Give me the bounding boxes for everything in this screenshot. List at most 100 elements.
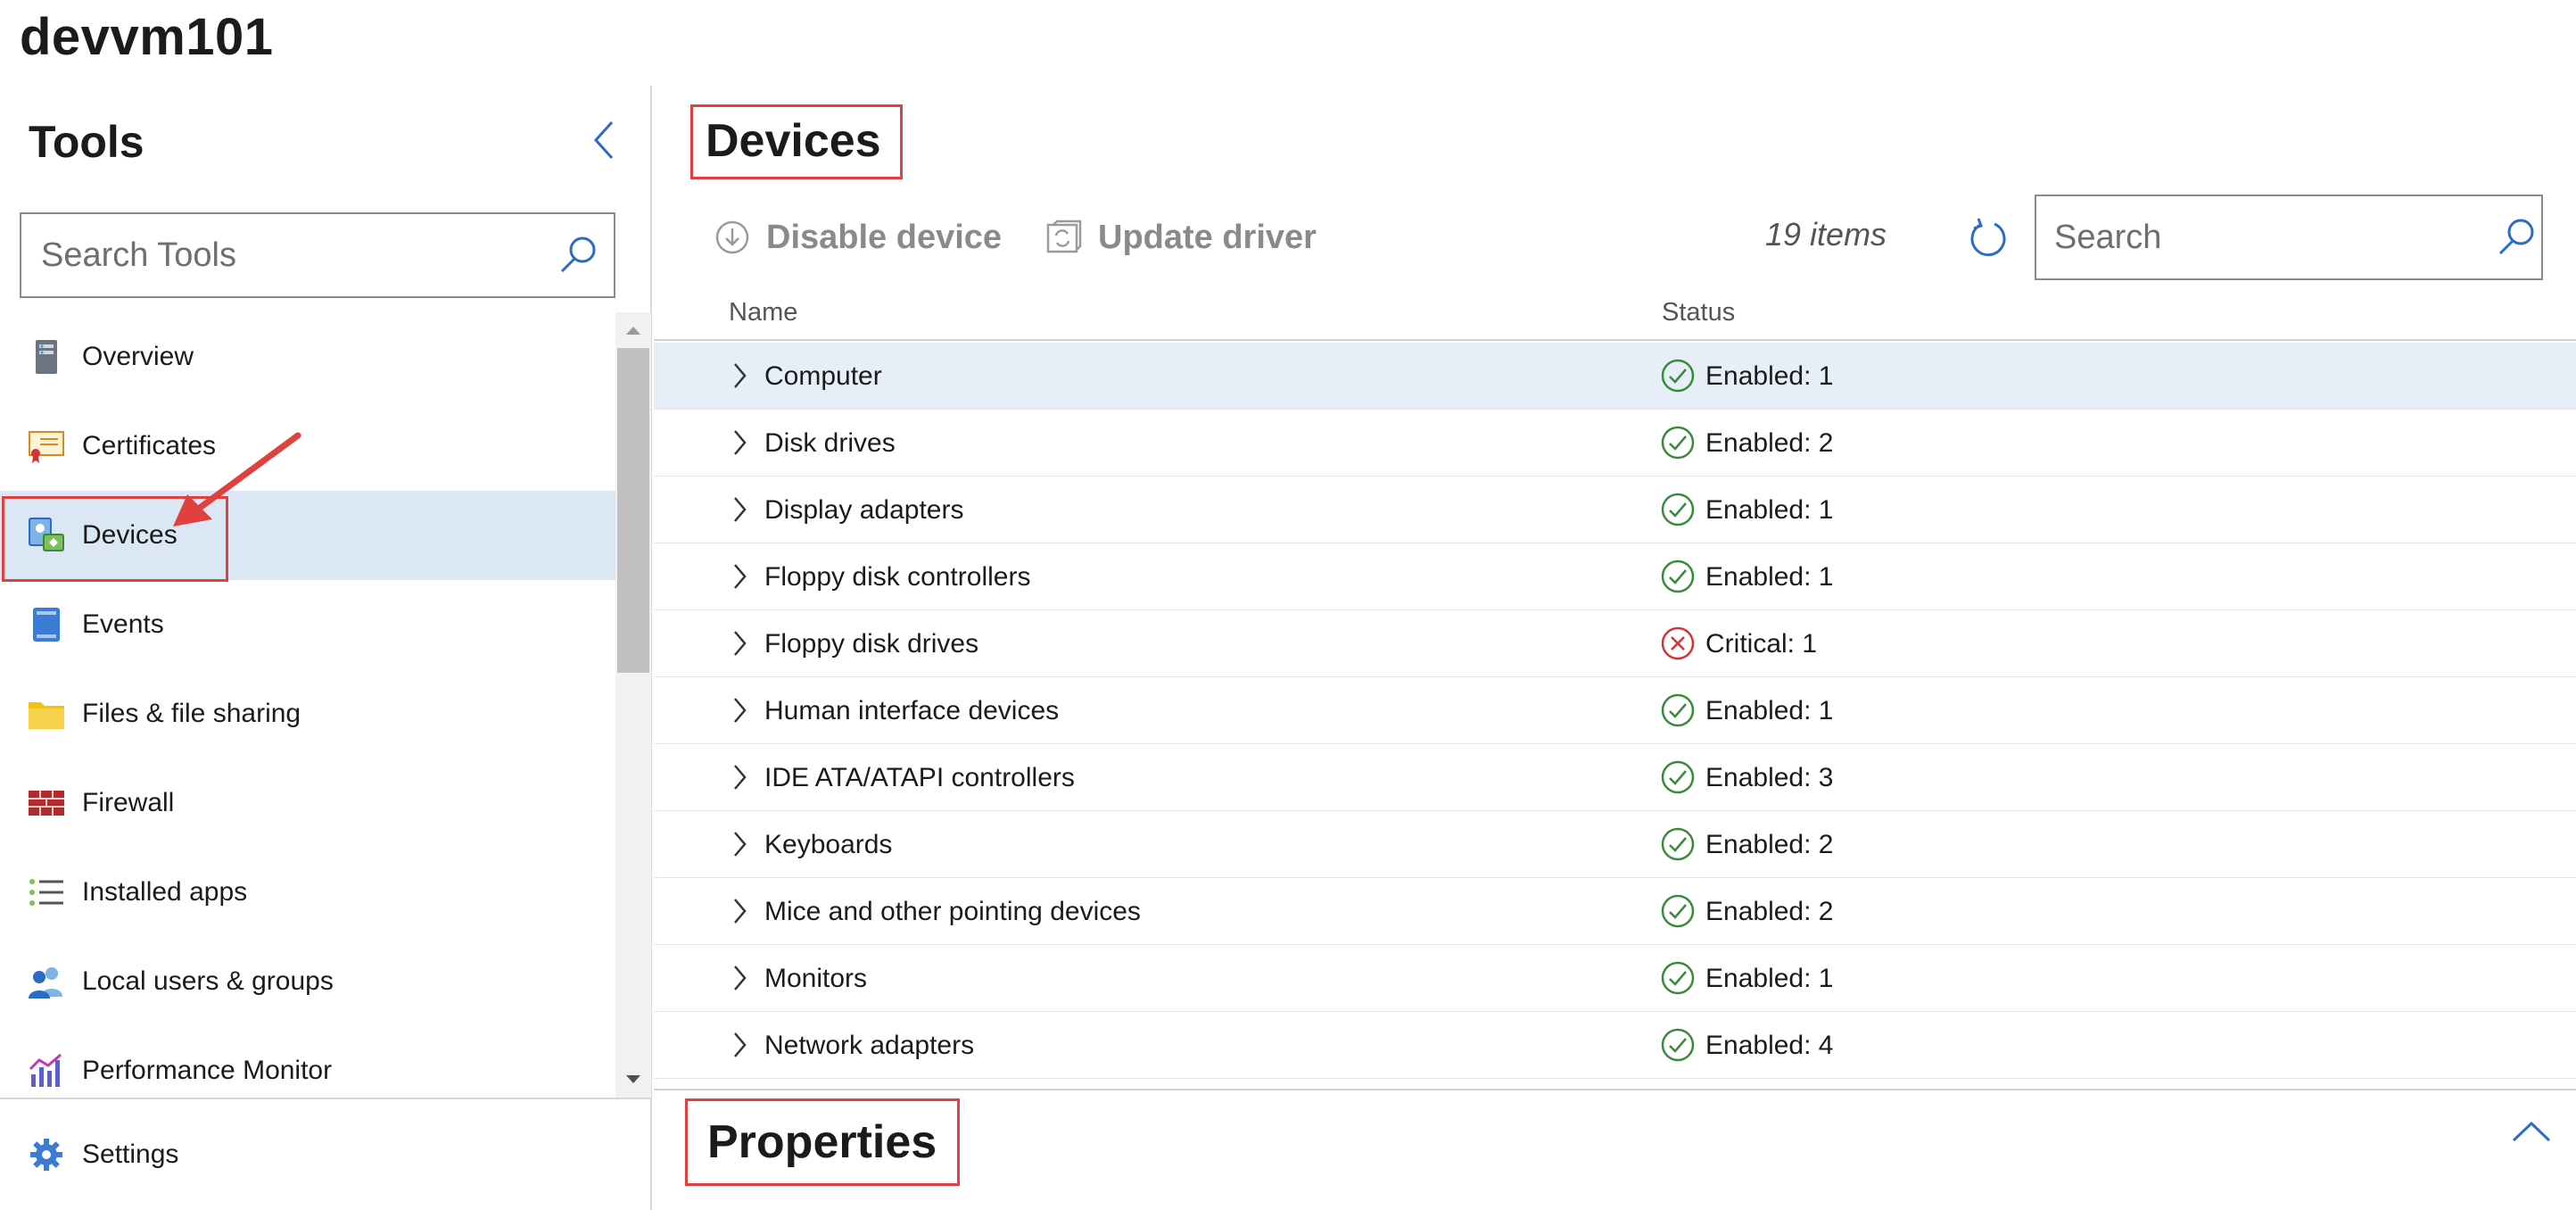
device-status-text: Enabled: 1 xyxy=(1705,495,1834,525)
tool-item-local-users[interactable]: Local users & groups xyxy=(0,937,615,1026)
expand-properties-button[interactable] xyxy=(2509,1114,2554,1149)
tool-item-events[interactable]: Events xyxy=(0,580,615,669)
device-row[interactable]: Disk drives Enabled: 2 xyxy=(654,410,2576,477)
tool-list-scrollbar[interactable] xyxy=(615,312,651,1098)
device-status-text: Enabled: 3 xyxy=(1705,763,1834,792)
device-row[interactable]: Computer Enabled: 1 xyxy=(654,343,2576,410)
device-category-name: Floppy disk drives xyxy=(764,629,979,659)
download-circle-icon xyxy=(714,220,750,255)
events-log-icon xyxy=(27,605,66,644)
device-status-text: Enabled: 1 xyxy=(1705,696,1834,725)
device-category-name: Computer xyxy=(764,361,882,391)
scroll-thumb[interactable] xyxy=(617,348,649,673)
device-search-field[interactable] xyxy=(2035,195,2543,280)
device-category-name: Floppy disk controllers xyxy=(764,562,1031,592)
server-title: devvm101 xyxy=(20,8,274,66)
device-category-name: IDE ATA/ATAPI controllers xyxy=(764,763,1075,792)
disable-device-label: Disable device xyxy=(766,218,1003,256)
users-icon xyxy=(27,962,66,1001)
expand-chevron-icon[interactable] xyxy=(727,426,752,460)
device-row[interactable]: IDE ATA/ATAPI controllers Enabled: 3 xyxy=(654,744,2576,811)
device-row[interactable]: Human interface devices Enabled: 1 xyxy=(654,677,2576,744)
device-list: Computer Enabled: 1 Disk drives Enabled: 2D… xyxy=(654,343,2576,1089)
settings-label: Settings xyxy=(82,1140,179,1169)
expand-chevron-icon[interactable] xyxy=(727,760,752,794)
tool-item-label: Files & file sharing xyxy=(82,699,301,728)
tools-title: Tools xyxy=(29,117,144,167)
expand-chevron-icon[interactable] xyxy=(727,693,752,727)
expand-chevron-icon[interactable] xyxy=(727,1028,752,1062)
update-driver-button[interactable]: Update driver xyxy=(1044,202,1317,273)
update-driver-icon xyxy=(1044,220,1082,255)
tool-item-firewall[interactable]: Firewall xyxy=(0,758,615,848)
page-title: Devices xyxy=(706,115,881,167)
device-status-text: Enabled: 1 xyxy=(1705,562,1834,592)
tool-item-overview[interactable]: Overview xyxy=(0,312,615,402)
tool-item-performance-monitor[interactable]: Performance Monitor xyxy=(0,1026,615,1098)
firewall-icon xyxy=(27,783,66,823)
expand-chevron-icon[interactable] xyxy=(727,626,752,660)
device-status-text: Enabled: 1 xyxy=(1705,361,1834,391)
device-status-text: Enabled: 2 xyxy=(1705,830,1834,859)
enabled-status-icon xyxy=(1660,826,1696,862)
enabled-status-icon xyxy=(1660,759,1696,795)
column-header-name[interactable]: Name xyxy=(729,298,797,327)
device-row[interactable]: Network adapters Enabled: 4 xyxy=(654,1012,2576,1079)
performance-chart-icon xyxy=(27,1051,66,1090)
device-category-name: Monitors xyxy=(764,964,868,993)
settings-button[interactable]: Settings xyxy=(0,1098,652,1210)
search-icon[interactable] xyxy=(542,212,614,298)
properties-panel: Properties xyxy=(654,1089,2576,1210)
enabled-status-icon xyxy=(1660,893,1696,929)
scroll-up-button[interactable] xyxy=(615,312,651,348)
enabled-status-icon xyxy=(1660,1027,1696,1063)
server-icon xyxy=(27,337,66,377)
tool-item-label: Performance Monitor xyxy=(82,1056,333,1085)
search-tools-input[interactable] xyxy=(41,236,542,275)
device-row[interactable]: Keyboards Enabled: 2 xyxy=(654,811,2576,878)
device-row[interactable]: Display adapters Enabled: 1 xyxy=(654,477,2576,543)
expand-chevron-icon[interactable] xyxy=(727,493,752,526)
triangle-up-icon xyxy=(626,327,640,335)
device-category-name: Keyboards xyxy=(764,830,893,859)
enabled-status-icon xyxy=(1660,692,1696,728)
devices-pane: Devices Disable device Update driver 19 … xyxy=(654,86,2576,1210)
expand-chevron-icon[interactable] xyxy=(727,359,752,393)
tool-item-files[interactable]: Files & file sharing xyxy=(0,669,615,758)
search-tools-field[interactable] xyxy=(20,212,615,298)
device-row[interactable]: Floppy disk drives Critical: 1 xyxy=(654,610,2576,677)
search-icon[interactable] xyxy=(2490,195,2541,280)
device-row[interactable]: Mice and other pointing devices Enabled: … xyxy=(654,878,2576,945)
folder-icon xyxy=(27,694,66,733)
disable-device-button[interactable]: Disable device xyxy=(714,202,1002,273)
enabled-status-icon xyxy=(1660,425,1696,460)
devices-icon xyxy=(27,516,66,555)
tool-item-label: Firewall xyxy=(82,788,175,817)
device-row[interactable]: Monitors Enabled: 1 xyxy=(654,945,2576,1012)
collapse-sidebar-button[interactable] xyxy=(582,118,626,162)
device-category-name: Disk drives xyxy=(764,428,896,458)
device-category-name: Mice and other pointing devices xyxy=(764,897,1141,926)
scroll-down-button[interactable] xyxy=(615,1062,651,1098)
tool-item-installed-apps[interactable]: Installed apps xyxy=(0,848,615,937)
refresh-button[interactable] xyxy=(1963,212,2015,264)
critical-status-icon xyxy=(1660,626,1696,661)
triangle-down-icon xyxy=(626,1075,640,1083)
grid-header: Name Status xyxy=(654,291,2576,341)
device-row[interactable]: Floppy disk controllers Enabled: 1 xyxy=(654,543,2576,610)
refresh-icon xyxy=(1970,218,2006,257)
device-category-name: Network adapters xyxy=(764,1031,975,1060)
enabled-status-icon xyxy=(1660,960,1696,996)
expand-chevron-icon[interactable] xyxy=(727,559,752,593)
device-status-text: Enabled: 1 xyxy=(1705,964,1834,993)
expand-chevron-icon[interactable] xyxy=(727,961,752,995)
column-header-status[interactable]: Status xyxy=(1662,298,1735,327)
device-search-input[interactable] xyxy=(2054,218,2490,257)
device-status-text: Enabled: 2 xyxy=(1705,428,1834,458)
tool-item-label: Local users & groups xyxy=(82,966,334,996)
expand-chevron-icon[interactable] xyxy=(727,827,752,861)
update-driver-label: Update driver xyxy=(1098,218,1317,256)
annotation-arrow xyxy=(173,432,301,526)
expand-chevron-icon[interactable] xyxy=(727,894,752,928)
device-status-text: Enabled: 2 xyxy=(1705,897,1834,926)
